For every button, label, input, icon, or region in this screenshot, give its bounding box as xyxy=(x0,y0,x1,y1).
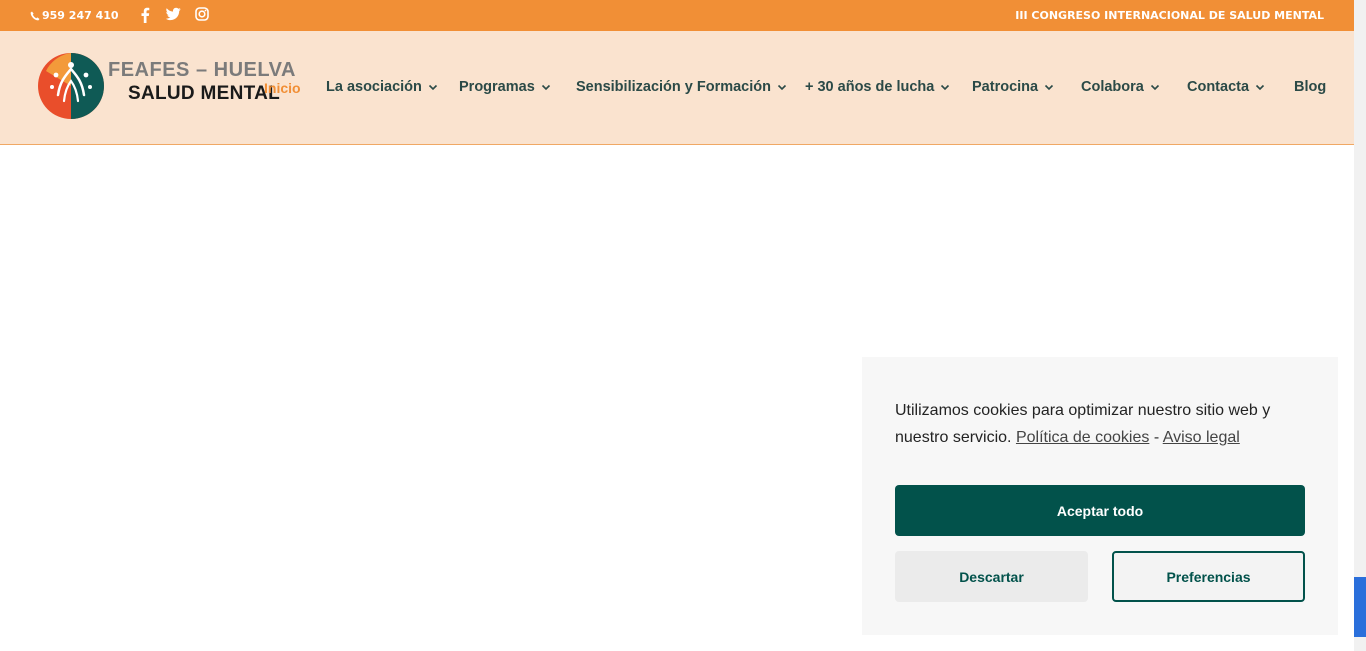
chevron-down-icon xyxy=(777,84,787,90)
cookie-message: Utilizamos cookies para optimizar nuestr… xyxy=(895,397,1295,451)
nav-item-label: Patrocina xyxy=(972,79,1039,95)
nav-item-programas[interactable]: Programas xyxy=(459,79,551,95)
top-bar: 959 247 410 III CONGRESO INTERNACIONAL D… xyxy=(0,0,1354,31)
phone-text: 959 247 410 xyxy=(42,9,119,22)
phone-number[interactable]: 959 247 410 xyxy=(30,9,119,22)
chevron-down-icon xyxy=(541,84,550,90)
dismiss-button[interactable]: Descartar xyxy=(895,551,1088,602)
nav-item-label: Colabora xyxy=(1081,79,1144,95)
logo-icon[interactable] xyxy=(38,51,108,121)
nav-item-contacta[interactable]: Contacta xyxy=(1187,79,1265,95)
page: 959 247 410 III CONGRESO INTERNACIONAL D… xyxy=(0,0,1366,651)
legal-notice-link[interactable]: Aviso legal xyxy=(1163,429,1240,446)
nav-item-label: Sensibilización y Formación xyxy=(576,79,771,95)
congress-link[interactable]: III CONGRESO INTERNACIONAL DE SALUD MENT… xyxy=(1015,9,1324,22)
cookie-banner: Utilizamos cookies para optimizar nuestr… xyxy=(862,357,1338,635)
site-header: FEAFES – HUELVA SALUD MENTAL Inicio La a… xyxy=(0,31,1354,145)
nav-item-label: Blog xyxy=(1294,79,1327,95)
chevron-down-icon xyxy=(428,84,437,90)
nav-home[interactable]: Inicio xyxy=(264,80,301,96)
chevron-down-icon xyxy=(1255,84,1265,90)
link-separator: - xyxy=(1153,429,1160,446)
nav-item-sensibilizacion[interactable]: Sensibilización y Formación xyxy=(576,79,787,95)
nav-item-label: La asociación xyxy=(326,79,422,95)
nav-item-label: Contacta xyxy=(1187,79,1250,95)
nav-item-blog[interactable]: Blog xyxy=(1294,79,1326,95)
twitter-icon[interactable] xyxy=(166,7,181,21)
preferences-button[interactable]: Preferencias xyxy=(1112,551,1305,602)
chevron-down-icon xyxy=(941,84,950,90)
nav-item-colabora[interactable]: Colabora xyxy=(1081,79,1160,95)
nav-item-30-anos[interactable]: + 30 años de lucha xyxy=(805,79,950,95)
chevron-down-icon xyxy=(1045,84,1054,90)
accept-all-button[interactable]: Aceptar todo xyxy=(895,485,1305,536)
brand-name: FEAFES – HUELVA xyxy=(108,59,296,81)
phone-icon xyxy=(30,11,40,20)
chevron-down-icon xyxy=(1150,84,1159,90)
nav-item-asociacion[interactable]: La asociación xyxy=(326,79,438,95)
instagram-icon[interactable] xyxy=(195,7,209,21)
brand-subtitle: SALUD MENTAL xyxy=(128,83,281,104)
nav-item-label: + 30 años de lucha xyxy=(805,79,935,95)
scrollbar[interactable] xyxy=(1354,0,1366,651)
nav-item-patrocina[interactable]: Patrocina xyxy=(972,79,1054,95)
floating-widget-edge[interactable] xyxy=(1354,577,1366,637)
cookie-policy-link[interactable]: Política de cookies xyxy=(1016,429,1149,446)
facebook-icon[interactable] xyxy=(140,7,150,23)
nav-item-label: Programas xyxy=(459,79,535,95)
